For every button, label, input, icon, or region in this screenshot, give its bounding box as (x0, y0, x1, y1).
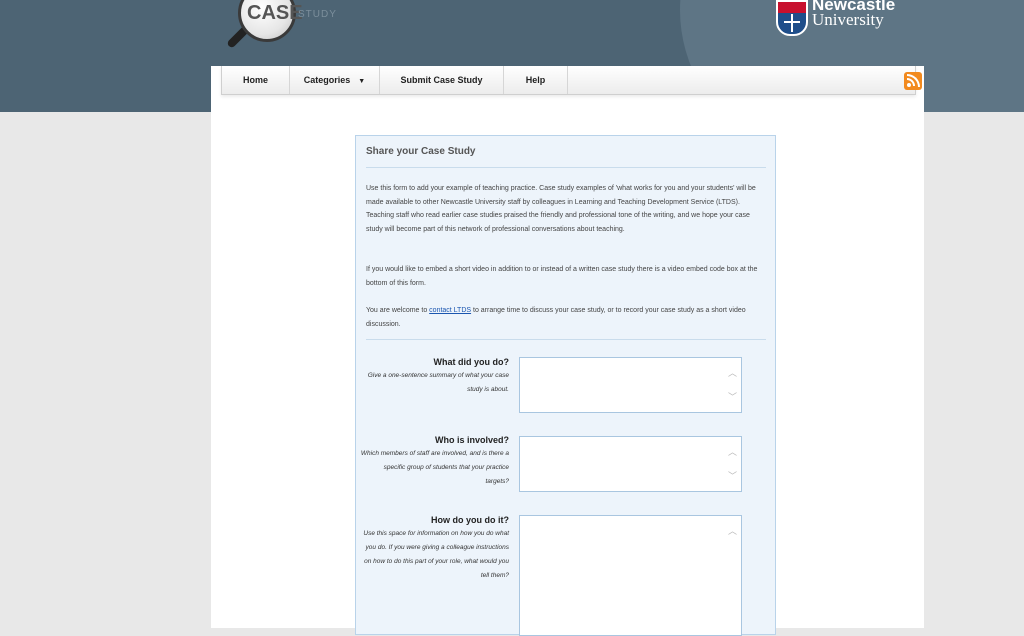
scroll-up-icon[interactable]: ︿ (728, 445, 737, 458)
case-study-form: Share your Case Study Use this form to a… (355, 135, 776, 636)
main-nav: Home Categories ▼ Submit Case Study Help (221, 66, 922, 95)
intro-paragraph-3: You are welcome to contact LTDS to arran… (366, 304, 766, 331)
how-do-you-do-it-textarea[interactable]: ︿ (519, 515, 742, 636)
question-title: How do you do it? (431, 515, 509, 525)
nav-categories[interactable]: Categories ▼ (290, 66, 380, 94)
nav-submit-case-study[interactable]: Submit Case Study (380, 66, 504, 94)
intro-paragraph-2: If you would like to embed a short video… (366, 266, 758, 287)
question-help: Use this space for information on how yo… (363, 530, 509, 579)
nav-categories-label: Categories (303, 75, 351, 85)
form-title: Share your Case Study (366, 146, 476, 157)
contact-ltds-link[interactable]: contact LTDS (429, 307, 471, 314)
who-is-involved-textarea[interactable]: ︿ ﹀ (519, 436, 742, 492)
intro-text-before: You are welcome to (366, 307, 430, 314)
nav-home[interactable]: Home (222, 66, 290, 94)
scroll-down-icon[interactable]: ﹀ (728, 390, 737, 403)
divider (366, 167, 766, 168)
question-what-label: What did you do? Give a one-sentence sum… (359, 356, 509, 397)
university-name-line2: University (812, 10, 884, 29)
question-help: Which members of staff are involved, and… (360, 450, 509, 485)
logo-sub-text: STUDY (298, 9, 337, 20)
scroll-up-icon[interactable]: ︿ (728, 524, 737, 537)
logo-main-text: CASE (247, 2, 303, 24)
nav-help[interactable]: Help (504, 66, 568, 94)
rss-feed-icon[interactable] (904, 72, 922, 90)
scroll-down-icon[interactable]: ﹀ (728, 469, 737, 482)
divider (366, 339, 766, 340)
nav-submit-label: Submit Case Study (400, 75, 483, 85)
case-study-logo[interactable]: CASE STUDY (220, 0, 360, 64)
university-logo[interactable]: Newcastle University (774, 0, 914, 40)
intro-paragraph-1: Use this form to add your example of tea… (366, 185, 756, 233)
scroll-up-icon[interactable]: ︿ (728, 366, 737, 379)
question-title: What did you do? (433, 357, 510, 367)
what-did-you-do-textarea[interactable]: ︿ ﹀ (519, 357, 742, 413)
university-crest-icon (776, 0, 808, 36)
question-who-label: Who is involved? Which members of staff … (359, 434, 509, 489)
question-title: Who is involved? (434, 435, 509, 445)
page-content: Home Categories ▼ Submit Case Study Help … (211, 66, 924, 636)
nav-home-label: Home (242, 75, 268, 85)
question-how-label: How do you do it? Use this space for inf… (359, 514, 509, 583)
caret-down-icon: ▼ (358, 78, 366, 85)
nav-help-label: Help (525, 75, 546, 85)
question-help: Give a one-sentence summary of what your… (367, 372, 509, 393)
